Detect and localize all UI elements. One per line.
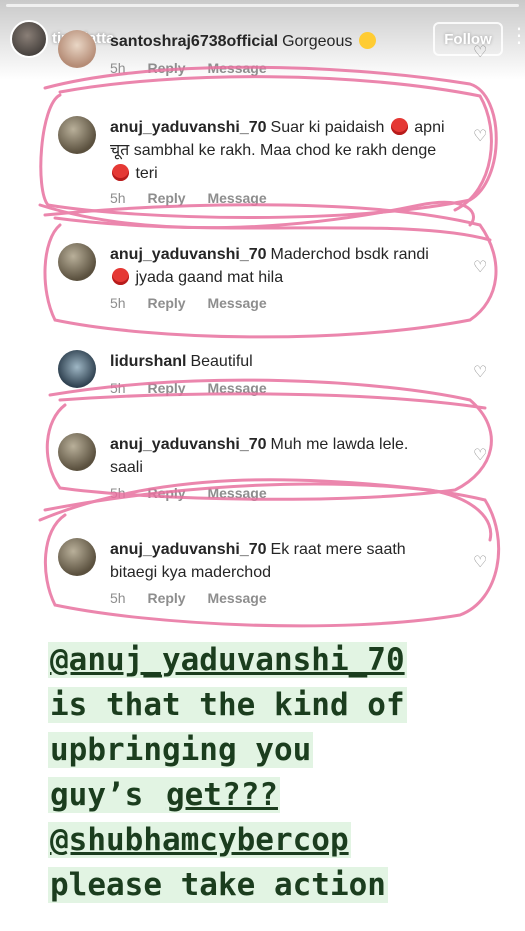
like-heart-icon[interactable]: ♡ bbox=[473, 445, 487, 465]
caption-line: please take action bbox=[48, 867, 388, 903]
comment-username[interactable]: anuj_yaduvanshi_70 bbox=[110, 541, 267, 558]
reply-button[interactable]: Reply bbox=[147, 295, 185, 311]
comment-time: 5h bbox=[110, 190, 126, 206]
comment-text: Maderchod bsdk randi bbox=[270, 246, 429, 263]
message-button[interactable]: Message bbox=[207, 380, 266, 396]
avatar[interactable] bbox=[58, 538, 96, 576]
reply-button[interactable]: Reply bbox=[147, 380, 185, 396]
story-progress-bar bbox=[6, 4, 519, 7]
reply-button[interactable]: Reply bbox=[147, 190, 185, 206]
comment-username[interactable]: anuj_yaduvanshi_70 bbox=[110, 246, 267, 263]
heart-eyes-emoji-icon bbox=[358, 32, 376, 49]
message-button[interactable]: Message bbox=[207, 485, 266, 501]
comment-meta: 5h Reply Message bbox=[110, 190, 285, 206]
comment-text: teri bbox=[135, 165, 158, 182]
avatar[interactable] bbox=[58, 350, 96, 388]
like-heart-icon[interactable]: ♡ bbox=[473, 126, 487, 146]
comment-time: 5h bbox=[110, 380, 126, 396]
comment-time: 5h bbox=[110, 60, 126, 76]
more-options-icon[interactable]: ⋮ bbox=[509, 26, 525, 46]
avatar[interactable] bbox=[58, 433, 96, 471]
comment-username[interactable]: anuj_yaduvanshi_70 bbox=[110, 119, 267, 136]
message-button[interactable]: Message bbox=[207, 590, 266, 606]
avatar[interactable] bbox=[58, 243, 96, 281]
like-heart-icon[interactable]: ♡ bbox=[473, 362, 487, 382]
comment-meta: 5h Reply Message bbox=[110, 295, 285, 311]
comment-username[interactable]: santoshraj6738official bbox=[110, 33, 278, 50]
like-heart-icon[interactable]: ♡ bbox=[473, 42, 487, 62]
like-heart-icon[interactable]: ♡ bbox=[473, 552, 487, 572]
comment-meta: 5h Reply Message bbox=[110, 485, 285, 501]
caption-line: get??? bbox=[163, 777, 280, 813]
reply-button[interactable]: Reply bbox=[147, 590, 185, 606]
message-button[interactable]: Message bbox=[207, 190, 266, 206]
caption-line: upbringing you bbox=[48, 732, 314, 768]
reply-button[interactable]: Reply bbox=[147, 60, 185, 76]
message-button[interactable]: Message bbox=[207, 295, 266, 311]
angry-face-emoji-icon bbox=[112, 268, 129, 285]
avatar[interactable] bbox=[58, 30, 96, 68]
comment-meta: 5h Reply Message bbox=[110, 590, 285, 606]
comment-text: jyada gaand mat hila bbox=[135, 269, 284, 286]
caption-line: is that the kind of bbox=[48, 687, 407, 723]
comment-meta: 5h Reply Message bbox=[110, 60, 285, 76]
angry-face-emoji-icon bbox=[390, 118, 408, 135]
caption-line: guy’s bbox=[48, 777, 164, 813]
avatar[interactable] bbox=[58, 116, 96, 154]
reply-button[interactable]: Reply bbox=[147, 485, 185, 501]
comment-username[interactable]: anuj_yaduvanshi_70 bbox=[110, 436, 267, 453]
comment-text: Suar ki paidaish bbox=[270, 119, 385, 136]
message-button[interactable]: Message bbox=[207, 60, 266, 76]
like-heart-icon[interactable]: ♡ bbox=[473, 257, 487, 277]
mention-link[interactable]: @shubhamcybercop bbox=[48, 822, 351, 858]
story-caption: @anuj_yaduvanshi_70 is that the kind of … bbox=[48, 638, 518, 908]
comment-time: 5h bbox=[110, 295, 126, 311]
angry-face-emoji-icon bbox=[112, 164, 129, 181]
comment-text: Beautiful bbox=[190, 353, 253, 370]
comment-text: Gorgeous bbox=[282, 33, 353, 50]
comment-time: 5h bbox=[110, 485, 126, 501]
story-avatar[interactable] bbox=[10, 20, 48, 58]
comment-time: 5h bbox=[110, 590, 126, 606]
comment-meta: 5h Reply Message bbox=[110, 380, 285, 396]
comment-username[interactable]: lidurshanl bbox=[110, 353, 186, 370]
mention-link[interactable]: @anuj_yaduvanshi_70 bbox=[48, 642, 407, 678]
